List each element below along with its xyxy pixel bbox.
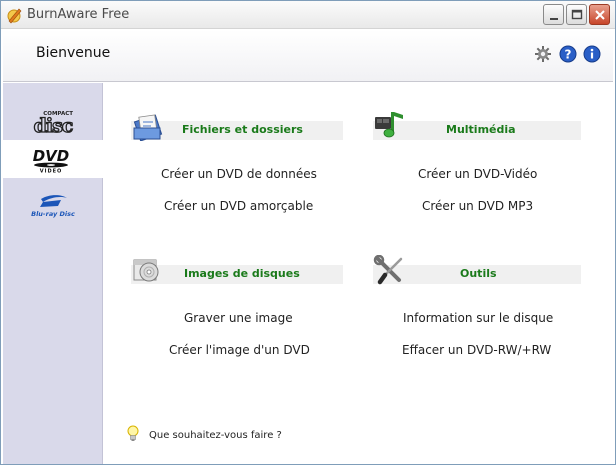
- maximize-icon: [571, 9, 583, 20]
- action-create-dvd-image[interactable]: Créer l'image d'un DVD: [169, 343, 310, 357]
- section-images-title: Images de disques: [184, 267, 300, 280]
- page-title: Bienvenue: [36, 45, 111, 61]
- lightbulb-icon: [126, 425, 140, 447]
- action-create-data-dvd[interactable]: Créer un DVD de données: [161, 167, 317, 181]
- svg-text:disc: disc: [34, 115, 73, 135]
- action-create-dvd-video[interactable]: Créer un DVD-Vidéo: [418, 167, 537, 181]
- compact-disc-logo-icon: COMPACT disc: [33, 111, 74, 135]
- blu-ray-logo-icon: Blu-ray Disc: [31, 195, 75, 218]
- dvd-video-logo-icon: DVD VIDEO: [33, 147, 70, 175]
- tools-icon: [373, 254, 407, 289]
- svg-text:VIDEO: VIDEO: [40, 169, 63, 175]
- sidebar-item-cd[interactable]: COMPACT disc: [3, 101, 103, 139]
- footer-hint: Que souhaitez-vous faire ?: [149, 430, 282, 441]
- svg-text:Blu-ray Disc: Blu-ray Disc: [31, 210, 75, 218]
- sidebar-item-bluray[interactable]: Blu-ray Disc: [3, 187, 103, 225]
- app-window: BurnAware Free Bienvenue ? COMPACT disc …: [0, 0, 616, 465]
- music-note-icon: [373, 109, 407, 145]
- maximize-button[interactable]: [566, 4, 587, 25]
- action-erase-dvd-rw[interactable]: Effacer un DVD-RW/+RW: [402, 343, 551, 357]
- close-button[interactable]: [589, 4, 610, 25]
- section-tools-title: Outils: [460, 267, 497, 280]
- action-create-bootable-dvd[interactable]: Créer un DVD amorçable: [164, 199, 313, 213]
- window-title: BurnAware Free: [27, 7, 130, 22]
- svg-text:?: ?: [565, 48, 572, 62]
- action-disc-information[interactable]: Information sur le disque: [403, 311, 553, 325]
- minimize-icon: [550, 18, 558, 20]
- info-icon[interactable]: [583, 45, 601, 63]
- header-bar: Bienvenue ?: [3, 30, 613, 82]
- sidebar-item-dvd[interactable]: DVD VIDEO: [3, 140, 103, 178]
- app-logo-icon: [6, 6, 24, 24]
- action-burn-image[interactable]: Graver une image: [184, 311, 293, 325]
- disc-image-icon: [131, 255, 165, 289]
- section-multimedia-title: Multimédia: [446, 123, 516, 136]
- close-icon: [595, 10, 605, 20]
- minimize-button[interactable]: [543, 4, 564, 25]
- svg-text:DVD: DVD: [33, 147, 70, 165]
- action-create-dvd-mp3[interactable]: Créer un DVD MP3: [422, 199, 533, 213]
- section-files-title: Fichiers et dossiers: [182, 123, 303, 136]
- files-folders-icon: [131, 111, 165, 145]
- sidebar: COMPACT disc DVD VIDEO Blu-ray Disc: [3, 83, 103, 464]
- title-bar[interactable]: BurnAware Free: [1, 1, 615, 29]
- main-panel: Fichiers et dossiers Créer un DVD de don…: [104, 83, 614, 464]
- gear-icon[interactable]: [534, 45, 552, 63]
- help-icon[interactable]: ?: [559, 45, 577, 63]
